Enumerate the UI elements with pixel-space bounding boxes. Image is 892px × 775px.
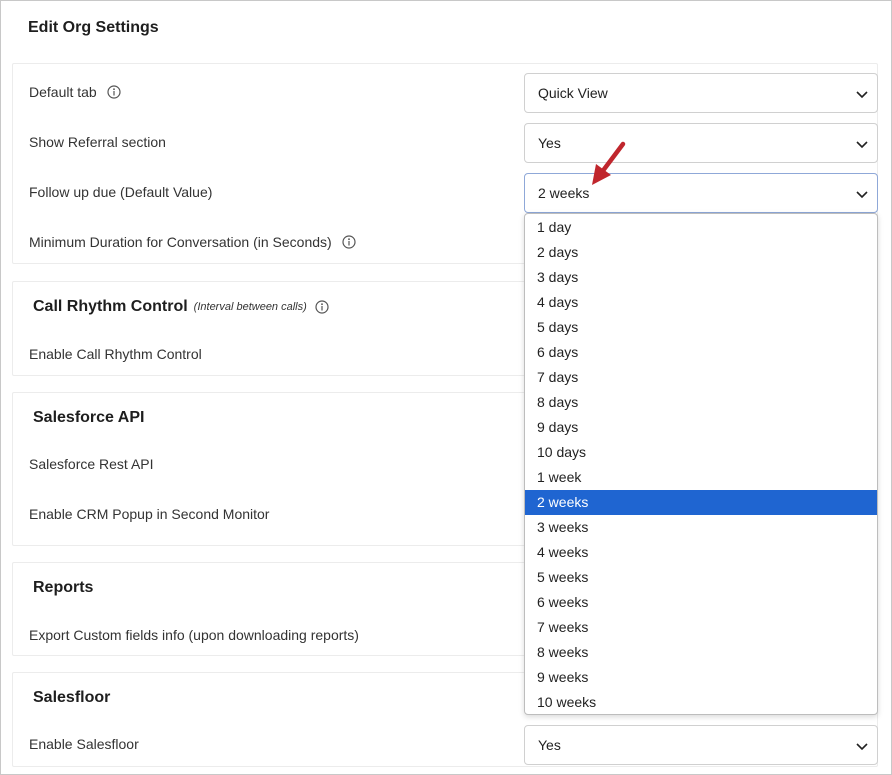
salesforce-rest-label: Salesforce Rest API	[29, 456, 154, 472]
salesfloor-enable-value: Yes	[538, 737, 561, 753]
dropdown-option[interactable]: 4 days	[525, 290, 877, 315]
dropdown-option[interactable]: 5 days	[525, 315, 877, 340]
red-arrow-icon	[592, 141, 626, 185]
dropdown-option[interactable]: 9 weeks	[525, 665, 877, 690]
follow-up-dropdown-list[interactable]: 1 day 2 days 3 days 4 days 5 days 6 days 7 day…	[524, 213, 878, 715]
page-title: Edit Org Settings	[28, 19, 159, 36]
call-rhythm-enable-label: Enable Call Rhythm Control	[29, 346, 202, 362]
dropdown-option[interactable]: 3 days	[525, 265, 877, 290]
salesfloor-enable-label: Enable Salesfloor	[29, 736, 139, 752]
default-tab-select[interactable]: Quick View	[524, 73, 878, 113]
dropdown-option[interactable]: 7 weeks	[525, 615, 877, 640]
min-duration-row: Minimum Duration for Conversation (in Se…	[29, 234, 356, 250]
info-circle-icon[interactable]	[342, 235, 356, 249]
chevron-down-icon	[856, 91, 868, 99]
referral-select[interactable]: Yes	[524, 123, 878, 163]
referral-value: Yes	[538, 135, 561, 151]
referral-label: Show Referral section	[29, 134, 166, 150]
min-duration-label: Minimum Duration for Conversation (in Se…	[29, 234, 332, 250]
dropdown-option[interactable]: 1 week	[525, 465, 877, 490]
follow-up-select[interactable]: 2 weeks	[524, 173, 878, 213]
call-rhythm-subtitle: (Interval between calls)	[193, 301, 307, 313]
settings-panel: Edit Org Settings Default tab Quick View…	[0, 0, 892, 775]
dropdown-option[interactable]: 8 days	[525, 390, 877, 415]
info-circle-icon[interactable]	[107, 85, 121, 99]
dropdown-option[interactable]: 6 days	[525, 340, 877, 365]
reports-heading: Reports	[33, 579, 94, 596]
dropdown-option[interactable]: 7 days	[525, 365, 877, 390]
crm-popup-label: Enable CRM Popup in Second Monitor	[29, 506, 270, 522]
default-tab-label: Default tab	[29, 84, 97, 100]
dropdown-option[interactable]: 4 weeks	[525, 540, 877, 565]
dropdown-option[interactable]: 2 weeks	[525, 490, 877, 515]
salesfloor-heading: Salesfloor	[33, 689, 111, 706]
call-rhythm-heading: Call Rhythm Control (Interval between ca…	[33, 298, 329, 316]
dropdown-option[interactable]: 10 days	[525, 440, 877, 465]
dropdown-option[interactable]: 8 weeks	[525, 640, 877, 665]
default-tab-row: Default tab	[29, 84, 121, 100]
dropdown-option[interactable]: 2 days	[525, 240, 877, 265]
dropdown-option[interactable]: 6 weeks	[525, 590, 877, 615]
follow-up-label: Follow up due (Default Value)	[29, 184, 213, 200]
follow-up-row: Follow up due (Default Value)	[29, 184, 212, 200]
salesfloor-enable-row: Enable Salesfloor	[29, 736, 139, 752]
default-tab-value: Quick View	[538, 85, 608, 101]
salesforce-rest-row: Salesforce Rest API	[29, 456, 154, 472]
dropdown-option[interactable]: 3 weeks	[525, 515, 877, 540]
chevron-down-icon	[856, 191, 868, 199]
chevron-down-icon	[856, 743, 868, 751]
call-rhythm-enable-row: Enable Call Rhythm Control	[29, 346, 202, 362]
dropdown-option[interactable]: 5 weeks	[525, 565, 877, 590]
dropdown-option[interactable]: 1 day	[525, 215, 877, 240]
dropdown-option[interactable]: 9 days	[525, 415, 877, 440]
info-circle-icon[interactable]	[315, 300, 329, 314]
dropdown-option[interactable]: 10 weeks	[525, 690, 877, 714]
salesforce-heading: Salesforce API	[33, 409, 145, 426]
salesfloor-enable-select[interactable]: Yes	[524, 725, 878, 765]
export-custom-fields-label: Export Custom fields info (upon download…	[29, 627, 359, 643]
chevron-down-icon	[856, 141, 868, 149]
export-custom-fields-row: Export Custom fields info (upon download…	[29, 627, 359, 643]
call-rhythm-title: Call Rhythm Control	[33, 298, 188, 315]
follow-up-value: 2 weeks	[538, 185, 590, 201]
referral-row: Show Referral section	[29, 134, 166, 150]
crm-popup-row: Enable CRM Popup in Second Monitor	[29, 506, 269, 522]
